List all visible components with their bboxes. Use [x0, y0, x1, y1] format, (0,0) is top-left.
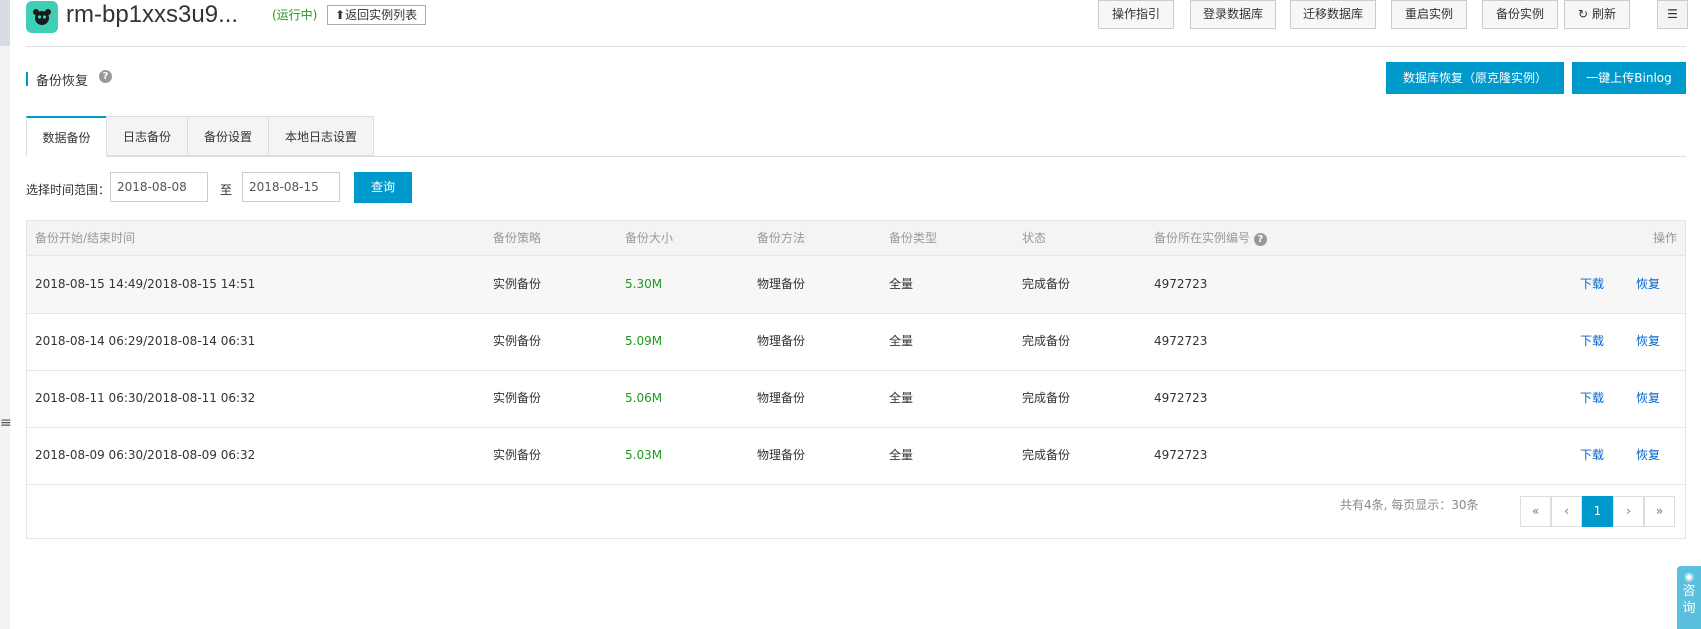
- left-nav-strip: [0, 0, 10, 629]
- help-icon[interactable]: ?: [1253, 233, 1267, 246]
- restart-instance-button[interactable]: 重启实例: [1391, 0, 1467, 29]
- help-icon[interactable]: ?: [99, 70, 112, 83]
- time-range-label: 选择时间范围：: [26, 183, 111, 197]
- upload-binlog-button[interactable]: 一键上传Binlog: [1572, 62, 1686, 94]
- tab-log-backup[interactable]: 日志备份: [106, 116, 188, 156]
- cell-size: 5.30M: [625, 277, 663, 291]
- cell-instance: 4972723: [1154, 277, 1208, 291]
- consult-button[interactable]: ◉ 咨询: [1677, 566, 1701, 629]
- back-label: 返回实例列表: [345, 8, 418, 22]
- restore-link[interactable]: 恢复: [1636, 427, 1660, 484]
- cell-status: 完成备份: [1022, 277, 1071, 291]
- rds-logo-icon: [26, 1, 58, 33]
- cell-type: 全量: [889, 277, 914, 291]
- col-status: 状态: [1022, 231, 1047, 245]
- instance-header: rm-bp1xxs3u9... (运行中) ⬆返回实例列表 操作指引 登录数据库…: [26, 0, 1688, 47]
- left-nav-top: [0, 0, 10, 46]
- cell-type: 全量: [889, 448, 914, 462]
- cell-status: 完成备份: [1022, 334, 1071, 348]
- table-row: 2018-08-11 06:30/2018-08-11 06:32 实例备份 5…: [27, 370, 1685, 428]
- table-row: 2018-08-14 06:29/2018-08-14 06:31 实例备份 5…: [27, 313, 1685, 371]
- query-button[interactable]: 查询: [354, 172, 412, 203]
- cell-instance: 4972723: [1154, 334, 1208, 348]
- instance-status: (运行中): [272, 8, 318, 22]
- cell-policy: 实例备份: [493, 277, 542, 291]
- cell-time: 2018-08-14 06:29/2018-08-14 06:31: [35, 334, 256, 348]
- backup-table: 备份开始/结束时间 备份策略 备份大小 备份方法 备份类型 状态 备份所在实例编…: [26, 220, 1686, 539]
- col-size: 备份大小: [625, 231, 674, 245]
- col-policy: 备份策略: [493, 231, 542, 245]
- refresh-label: 刷新: [1591, 7, 1616, 21]
- cell-size: 5.09M: [625, 334, 663, 348]
- cell-time: 2018-08-15 14:49/2018-08-15 14:51: [35, 277, 256, 291]
- cell-status: 完成备份: [1022, 448, 1071, 462]
- cell-type: 全量: [889, 334, 914, 348]
- col-instance-label: 备份所在实例编号: [1154, 231, 1251, 245]
- instance-name: rm-bp1xxs3u9...: [66, 1, 239, 28]
- db-restore-button[interactable]: 数据库恢复（原克隆实例）: [1386, 62, 1564, 94]
- list-view-icon[interactable]: ☰: [1657, 0, 1688, 29]
- table-row: 2018-08-15 14:49/2018-08-15 14:51 实例备份 5…: [27, 256, 1685, 314]
- col-actions: 操作: [1653, 231, 1678, 245]
- back-to-list-button[interactable]: ⬆返回实例列表: [327, 5, 427, 25]
- refresh-button[interactable]: ↻ 刷新: [1564, 0, 1630, 29]
- section-accent: [26, 72, 28, 86]
- download-link[interactable]: 下载: [1580, 427, 1604, 484]
- chat-icon: ◉: [1684, 570, 1694, 583]
- to-label: 至: [220, 183, 233, 197]
- tab-local-log-settings[interactable]: 本地日志设置: [268, 116, 374, 156]
- last-page-button[interactable]: »: [1644, 496, 1675, 527]
- table-header: 备份开始/结束时间 备份策略 备份大小 备份方法 备份类型 状态 备份所在实例编…: [27, 221, 1685, 256]
- nav-toggle-icon[interactable]: ≡: [0, 413, 12, 433]
- tab-backup-settings[interactable]: 备份设置: [187, 116, 269, 156]
- login-db-button[interactable]: 登录数据库: [1190, 0, 1276, 29]
- cell-policy: 实例备份: [493, 448, 542, 462]
- cell-size: 5.03M: [625, 448, 663, 462]
- first-page-button[interactable]: «: [1520, 496, 1551, 527]
- end-date-input[interactable]: [242, 172, 340, 202]
- cell-policy: 实例备份: [493, 391, 542, 405]
- cell-instance: 4972723: [1154, 448, 1208, 462]
- cell-method: 物理备份: [757, 277, 806, 291]
- download-link[interactable]: 下载: [1580, 370, 1604, 427]
- cell-size: 5.06M: [625, 391, 663, 405]
- col-instance: 备份所在实例编号 ?: [1154, 221, 1267, 255]
- restore-link[interactable]: 恢复: [1636, 256, 1660, 313]
- col-time: 备份开始/结束时间: [35, 231, 136, 245]
- tabs-divider: [26, 156, 1686, 157]
- cell-instance: 4972723: [1154, 391, 1208, 405]
- cell-time: 2018-08-11 06:30/2018-08-11 06:32: [35, 391, 256, 405]
- cell-method: 物理备份: [757, 391, 806, 405]
- table-row: 2018-08-09 06:30/2018-08-09 06:32 实例备份 5…: [27, 427, 1685, 485]
- restore-link[interactable]: 恢复: [1636, 313, 1660, 370]
- cell-status: 完成备份: [1022, 391, 1071, 405]
- refresh-icon: ↻: [1578, 7, 1589, 21]
- migrate-db-button[interactable]: 迁移数据库: [1290, 0, 1376, 29]
- upload-arrow-icon: ⬆: [335, 8, 346, 22]
- restore-link[interactable]: 恢复: [1636, 370, 1660, 427]
- next-page-button[interactable]: ›: [1613, 496, 1644, 527]
- col-method: 备份方法: [757, 231, 806, 245]
- start-date-input[interactable]: [110, 172, 208, 202]
- cell-type: 全量: [889, 391, 914, 405]
- col-type: 备份类型: [889, 231, 938, 245]
- guide-button[interactable]: 操作指引: [1098, 0, 1174, 29]
- cell-time: 2018-08-09 06:30/2018-08-09 06:32: [35, 448, 256, 462]
- page-1-button[interactable]: 1: [1582, 496, 1613, 527]
- prev-page-button[interactable]: ‹: [1551, 496, 1582, 527]
- download-link[interactable]: 下载: [1580, 256, 1604, 313]
- tab-data-backup[interactable]: 数据备份: [26, 116, 107, 157]
- section-title: 备份恢复: [36, 74, 89, 89]
- backup-instance-button[interactable]: 备份实例: [1482, 0, 1558, 29]
- cell-policy: 实例备份: [493, 334, 542, 348]
- download-link[interactable]: 下载: [1580, 313, 1604, 370]
- cell-method: 物理备份: [757, 448, 806, 462]
- cell-method: 物理备份: [757, 334, 806, 348]
- pager-info: 共有4条, 每页显示：30条: [1340, 498, 1479, 512]
- consult-label: 咨询: [1682, 584, 1696, 616]
